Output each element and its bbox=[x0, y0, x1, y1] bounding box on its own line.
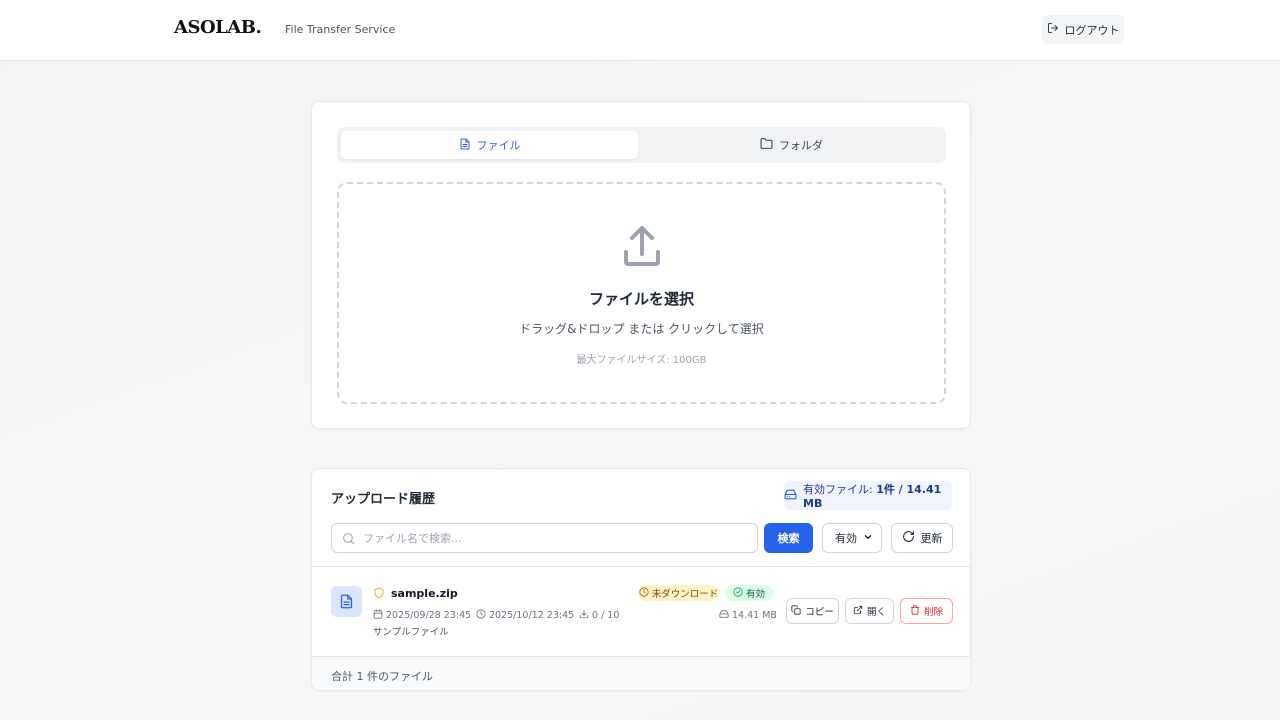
copy-label: コピー bbox=[805, 607, 834, 618]
tab-file[interactable]: ファイル bbox=[341, 131, 638, 159]
file-dropzone[interactable]: ファイルを選択 ドラッグ&ドロップ または クリックして選択 最大ファイルサイズ… bbox=[337, 182, 946, 404]
expiry-date-value: 2025/10/12 23:45 bbox=[489, 610, 575, 621]
file-count-summary: 合計 1 件のファイル bbox=[331, 670, 433, 683]
upload-date-value: 2025/09/28 23:45 bbox=[386, 610, 472, 621]
history-title: アップロード履歴 bbox=[331, 492, 436, 507]
app-header: ASOLAB. File Transfer Service ログアウト bbox=[0, 0, 1280, 61]
file-type-icon bbox=[331, 586, 362, 617]
delete-button[interactable]: 削除 bbox=[900, 598, 953, 624]
history-footer: 合計 1 件のファイル bbox=[312, 656, 970, 690]
upload-date: 2025/09/28 23:45 bbox=[373, 609, 471, 622]
logo: ASOLAB. bbox=[174, 17, 262, 38]
folder-icon bbox=[760, 137, 773, 153]
status-badge-not-downloaded: 未ダウンロード bbox=[638, 585, 719, 601]
status-download-label: 未ダウンロード bbox=[651, 589, 719, 600]
open-button[interactable]: 開く bbox=[845, 598, 894, 624]
upload-icon bbox=[618, 224, 666, 275]
external-link-icon bbox=[853, 605, 863, 618]
delete-label: 削除 bbox=[923, 607, 943, 618]
upload-history-card: アップロード履歴 有効ファイル: 1件 / 14.41 MB 検索 有効 更新 … bbox=[311, 468, 971, 691]
check-circle-icon bbox=[733, 586, 743, 600]
tab-file-label: ファイル bbox=[476, 139, 521, 152]
dropzone-subtitle: ドラッグ&ドロップ または クリックして選択 bbox=[519, 322, 764, 336]
search-icon bbox=[342, 532, 355, 548]
download-count: 0 / 10 bbox=[579, 609, 619, 622]
upload-type-tabs: ファイル フォルダ bbox=[337, 127, 946, 163]
calendar-icon bbox=[373, 609, 383, 622]
open-label: 開く bbox=[866, 607, 886, 618]
status-badge-active: 有効 bbox=[725, 585, 773, 601]
upload-card: ファイル フォルダ ファイルを選択 ドラッグ&ドロップ または クリックして選択… bbox=[311, 101, 971, 429]
file-size-value: 14.41 MB bbox=[732, 610, 777, 621]
status-active-label: 有効 bbox=[745, 589, 765, 600]
search-field bbox=[331, 523, 758, 553]
refresh-button[interactable]: 更新 bbox=[891, 523, 953, 553]
file-description: サンプルファイル bbox=[373, 627, 449, 638]
refresh-label: 更新 bbox=[920, 532, 943, 545]
tab-folder[interactable]: フォルダ bbox=[643, 131, 940, 159]
clock-icon bbox=[476, 609, 486, 622]
search-input[interactable] bbox=[363, 529, 743, 548]
chevron-down-icon bbox=[863, 532, 873, 545]
logout-icon bbox=[1047, 22, 1059, 37]
dropzone-title: ファイルを選択 bbox=[588, 290, 694, 308]
status-filter-select[interactable]: 有効 bbox=[822, 523, 882, 553]
tab-folder-label: フォルダ bbox=[779, 139, 823, 152]
file-size: 14.41 MB bbox=[719, 609, 777, 622]
list-item: sample.zip 2025/09/28 23:45 2025/10/12 2… bbox=[312, 567, 970, 657]
refresh-icon bbox=[902, 530, 915, 546]
search-button[interactable]: 検索 bbox=[764, 523, 813, 553]
expiry-date: 2025/10/12 23:45 bbox=[476, 609, 574, 622]
shield-icon bbox=[373, 587, 385, 602]
logout-button[interactable]: ログアウト bbox=[1042, 15, 1124, 44]
alert-circle-icon bbox=[639, 586, 649, 600]
drive-icon bbox=[719, 609, 729, 622]
stats-label: 有効ファイル: bbox=[803, 483, 877, 496]
active-files-badge: 有効ファイル: 1件 / 14.41 MB bbox=[784, 481, 952, 510]
app-subtitle: File Transfer Service bbox=[285, 23, 396, 36]
logout-label: ログアウト bbox=[1064, 23, 1120, 37]
file-name: sample.zip bbox=[391, 587, 458, 600]
download-icon bbox=[579, 609, 589, 622]
file-icon bbox=[459, 138, 471, 153]
copy-icon bbox=[791, 604, 801, 618]
dropzone-max-size: 最大ファイルサイズ: 100GB bbox=[576, 355, 707, 366]
drive-icon bbox=[784, 488, 797, 504]
filter-selected: 有効 bbox=[835, 532, 857, 545]
download-count-value: 0 / 10 bbox=[592, 610, 620, 621]
copy-button[interactable]: コピー bbox=[786, 598, 839, 624]
trash-icon bbox=[910, 604, 920, 618]
